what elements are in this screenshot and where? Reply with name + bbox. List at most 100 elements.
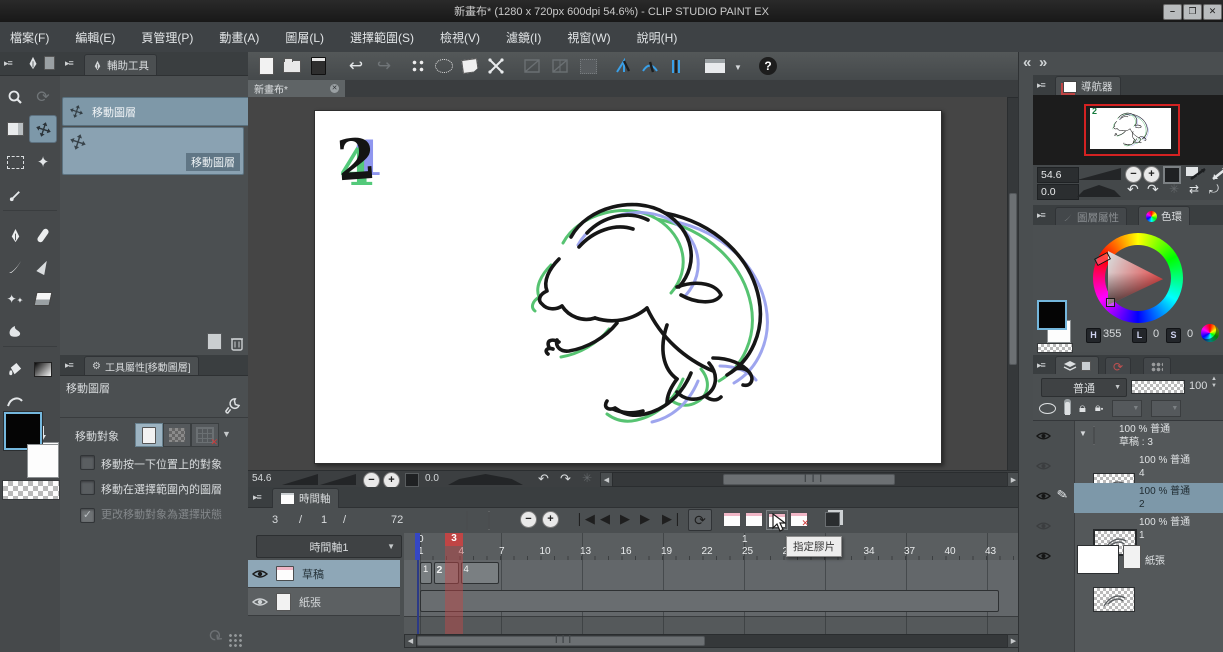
fit-to-screen-icon[interactable] (405, 473, 419, 487)
help-icon[interactable]: ? (756, 55, 780, 77)
opacity-stepper[interactable]: ▲ ▼ (1211, 376, 1217, 390)
timeline-scroll-thumb[interactable]: ❙❙❙ (417, 634, 705, 646)
new-animation-cel-button[interactable] (722, 510, 742, 528)
show-cel-thumbnails-icon[interactable] (466, 511, 484, 530)
workspace-dropdown-arrow[interactable]: ▼ (734, 63, 742, 72)
eye-icon[interactable] (252, 569, 268, 579)
eye-icon[interactable] (252, 597, 268, 607)
canvas-viewport[interactable]: 4 1 2 (248, 97, 1018, 470)
play-icon[interactable]: ▶ (620, 511, 630, 527)
delete-cel-button[interactable]: ✕ (789, 510, 809, 528)
eye-icon[interactable] (1036, 551, 1051, 561)
pin-icon[interactable] (1065, 401, 1070, 415)
collapse-right-icon[interactable]: » (1039, 54, 1047, 71)
snap-ruler-icon[interactable] (612, 55, 636, 77)
select-oval-icon[interactable] (432, 55, 456, 77)
rotate-canvas-tool[interactable]: ⟳ (30, 84, 56, 110)
navigator-rotation-slider[interactable] (1077, 185, 1121, 197)
gradient-tool[interactable] (30, 356, 56, 382)
previous-frame-icon[interactable]: ◀ (600, 511, 610, 527)
subtool-tab[interactable]: 輔助工具 (84, 54, 157, 75)
menu-item[interactable]: 視窗(W) (567, 29, 610, 46)
zoom-slider[interactable] (282, 474, 318, 485)
nav-flip-lr-icon[interactable]: ⇄ (1189, 182, 1199, 196)
clear-selection-icon[interactable] (458, 55, 482, 77)
rotation-slider[interactable] (448, 474, 523, 485)
layer-tab[interactable] (1055, 356, 1099, 375)
snap-special-ruler-icon[interactable] (638, 55, 662, 77)
tool-property-tab[interactable]: ⚙ 工具屬性[移動圖層] (84, 356, 199, 375)
blend-tool[interactable] (2, 318, 28, 344)
subtool-item-move-layer[interactable]: 移動圖層 (62, 97, 250, 126)
menu-item[interactable]: 檔案(F) (10, 29, 49, 46)
menu-item[interactable]: 頁管理(P) (141, 29, 193, 46)
wrench-icon[interactable] (224, 397, 241, 414)
eye-icon[interactable] (1036, 431, 1051, 441)
timeline-tab[interactable]: 時間軸 (272, 488, 339, 508)
nav-flip-reset-icon[interactable]: ⤾ (1209, 182, 1219, 197)
menu-item[interactable]: 圖層(L) (285, 29, 324, 46)
restore-button[interactable]: ❐ (1183, 4, 1202, 20)
navigator-tab[interactable]: 導航器 (1055, 76, 1121, 96)
collapse-left-icon[interactable]: « (1023, 54, 1031, 71)
opacity-slider[interactable] (1131, 380, 1185, 394)
move-target-tone-button[interactable] (163, 423, 191, 447)
panel-menu-icon[interactable]: ▸≡ (1037, 80, 1046, 91)
menu-item[interactable]: 選擇範圍(S) (350, 29, 414, 46)
eraser-tool[interactable] (30, 286, 56, 312)
blend-mode-dropdown[interactable]: 普通 ▼ (1041, 378, 1127, 397)
timeline-select-dropdown[interactable]: 時間軸1 ▼ (256, 535, 402, 558)
trash-icon[interactable] (230, 335, 244, 351)
menu-item[interactable]: 濾鏡(I) (506, 29, 541, 46)
navigator-zoom-value[interactable]: 54.6 (1037, 167, 1079, 183)
minimize-button[interactable]: – (1163, 4, 1182, 20)
brush-tool[interactable] (2, 254, 28, 280)
open-file-icon[interactable] (280, 55, 304, 77)
layer-name[interactable]: 2 (1139, 499, 1145, 510)
start-frame-marker[interactable] (415, 533, 420, 560)
next-frame-icon[interactable]: ▶ (640, 511, 650, 527)
sv-marker[interactable] (1106, 298, 1115, 307)
layer-thumbnail[interactable] (1093, 587, 1135, 612)
close-button[interactable]: ✕ (1203, 4, 1222, 20)
operation-tool[interactable] (2, 116, 28, 142)
menu-item[interactable]: 動畫(A) (219, 29, 259, 46)
transparent-chip[interactable] (1037, 343, 1073, 353)
zoom-tool[interactable] (2, 84, 28, 110)
mask-area-icon[interactable] (1039, 402, 1056, 414)
tab-close-icon[interactable]: ✕ (330, 84, 339, 93)
figure-tool[interactable] (2, 388, 28, 414)
layer-property-tab[interactable]: 圖層屬性 (1055, 207, 1127, 226)
paper-layer-name[interactable]: 紙張 (1145, 555, 1165, 568)
panel-menu-icon[interactable]: ▸≡ (4, 58, 13, 69)
move-target-layer-button[interactable] (135, 423, 163, 447)
pattern-tool[interactable] (30, 388, 56, 414)
layer-name[interactable]: 4 (1139, 468, 1145, 479)
selection-tool[interactable] (2, 149, 28, 175)
new-file-icon[interactable] (254, 55, 278, 77)
color-mode-icon[interactable] (1201, 324, 1219, 342)
timeline-zoom-in-icon[interactable]: + (542, 511, 559, 528)
save-icon[interactable] (306, 55, 330, 77)
document-tab[interactable]: 新畫布* ✕ (248, 80, 345, 97)
move-layer-tool[interactable] (29, 115, 57, 143)
navigator-zoom-slider[interactable] (1077, 168, 1121, 180)
panel-resize-grip[interactable] (228, 633, 244, 647)
show-cel-numbers-icon[interactable] (488, 511, 506, 530)
panel-menu-icon[interactable]: ▸≡ (1037, 210, 1046, 221)
layer-folder-name[interactable]: 草稿 : 3 (1119, 437, 1153, 448)
eyedropper-tool[interactable] (2, 182, 28, 208)
folder-expand-arrow[interactable]: ▼ (1079, 429, 1087, 438)
undo-icon[interactable]: ↩ (344, 55, 368, 77)
timeline-ruler-region[interactable]: 01 147101316192225283134374043 124 3 (404, 533, 1019, 634)
tool-tab-icon[interactable] (26, 56, 40, 70)
onion-skin-button[interactable] (822, 510, 842, 528)
subtool-tile-move-layer[interactable]: 移動圖層 (62, 127, 244, 175)
add-subtool-icon[interactable] (207, 333, 222, 350)
menu-item[interactable]: 檢視(V) (440, 29, 480, 46)
timeline-cel[interactable] (420, 590, 999, 612)
workspace-icon[interactable] (700, 55, 730, 77)
airbrush-tool[interactable] (30, 254, 56, 280)
marker-tool[interactable] (30, 222, 56, 248)
animation-tab[interactable]: ⟳ (1105, 357, 1132, 375)
